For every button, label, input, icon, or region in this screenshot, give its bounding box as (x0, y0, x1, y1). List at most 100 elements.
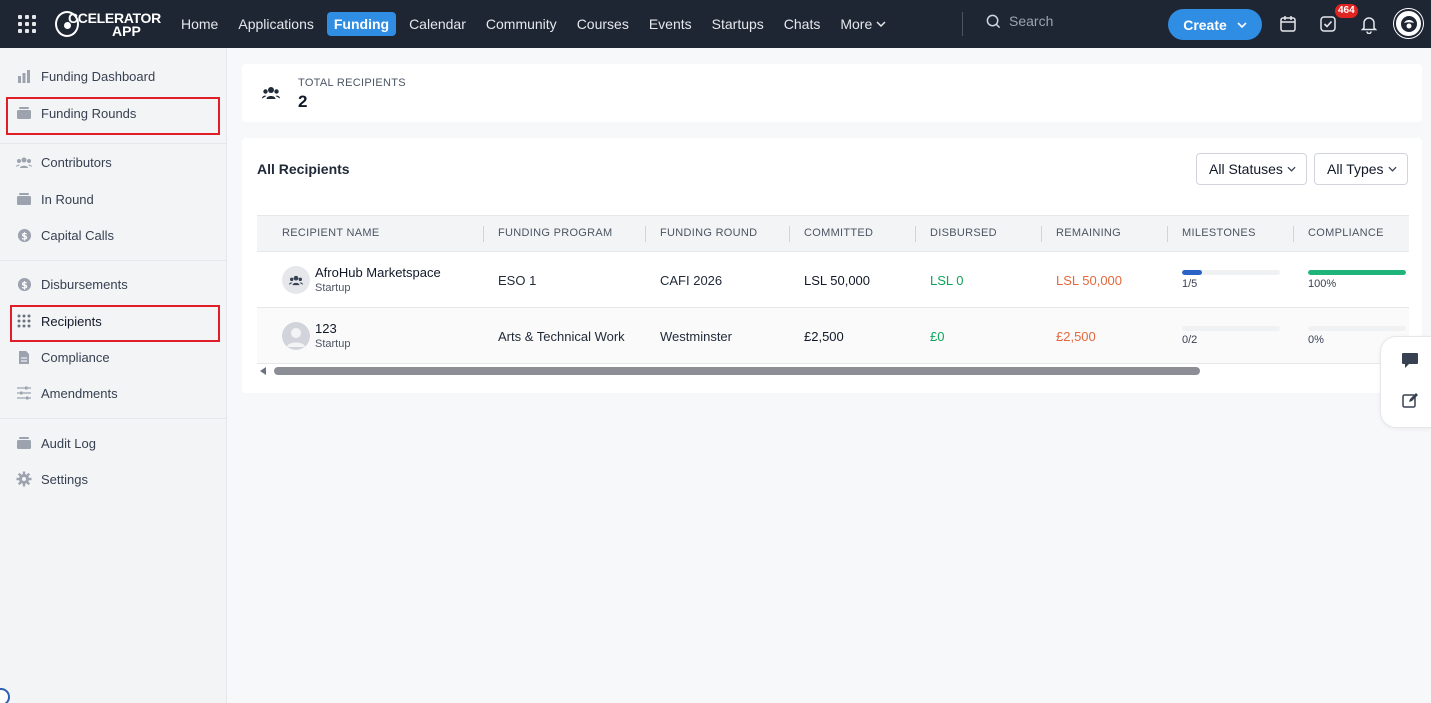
edit-note-icon[interactable] (1399, 389, 1421, 411)
compliance-label: 0% (1308, 334, 1324, 346)
recipient-avatar (282, 266, 310, 294)
total-recipients-value: 2 (298, 92, 308, 111)
milestones-progress-bar (1182, 270, 1280, 275)
users-icon (289, 275, 303, 285)
column-divider (1293, 226, 1294, 242)
column-header-remaining[interactable]: REMAINING (1056, 227, 1121, 239)
status-filter-select[interactable]: All Statuses (1196, 153, 1307, 185)
sidebar-item-audit-log[interactable]: Audit Log (16, 433, 96, 453)
recipients-card: All Recipients All Statuses All Types RE… (242, 138, 1422, 393)
column-divider (645, 226, 646, 242)
nav-home[interactable]: Home (174, 12, 225, 36)
column-header-funding-round[interactable]: FUNDING ROUND (660, 227, 757, 239)
type-filter-select[interactable]: All Types (1314, 153, 1408, 185)
calendar-icon[interactable] (1278, 14, 1298, 34)
table-horizontal-scrollbar[interactable] (257, 364, 1409, 378)
app-launcher-icon[interactable] (18, 15, 36, 33)
total-recipients-card: TOTAL RECIPIENTS 2 (242, 64, 1422, 122)
sidebar-item-label: Settings (41, 471, 88, 487)
sidebar-item-label: Contributors (41, 154, 112, 170)
column-divider (915, 226, 916, 242)
tasks-count-badge: 464 (1335, 4, 1358, 18)
nav-calendar[interactable]: Calendar (402, 12, 473, 36)
column-header-disbursed[interactable]: DISBURSED (930, 227, 997, 239)
highlight-box-funding-rounds (6, 97, 220, 135)
search-input[interactable] (1009, 13, 1159, 29)
sidebar-item-contributors[interactable]: Contributors (16, 152, 112, 172)
sidebar-item-disbursements[interactable]: $ Disbursements (16, 274, 128, 294)
recipient-name-cell: AfroHub Marketspace Startup (315, 265, 441, 294)
tasks-icon[interactable] (1318, 14, 1338, 34)
compliance-label: 100% (1308, 278, 1337, 290)
remaining-cell: £2,500 (1056, 329, 1096, 344)
column-header-milestones[interactable]: MILESTONES (1182, 227, 1256, 239)
funding-program-cell: Arts & Technical Work (498, 329, 625, 344)
nav-more-label: More (840, 16, 873, 32)
column-divider (1167, 226, 1168, 242)
nav-chats[interactable]: Chats (777, 12, 828, 36)
scrollbar-thumb[interactable] (274, 367, 1200, 375)
recipient-name[interactable]: AfroHub Marketspace (315, 265, 441, 280)
nav-events[interactable]: Events (642, 12, 699, 36)
bell-icon[interactable] (1359, 14, 1379, 34)
highlight-box-recipients (10, 305, 220, 342)
nav-courses[interactable]: Courses (570, 12, 636, 36)
column-header-committed[interactable]: COMMITTED (804, 227, 873, 239)
sidebar-item-label: Disbursements (41, 276, 128, 292)
status-filter-value: All Statuses (1209, 161, 1283, 177)
sidebar-item-settings[interactable]: Settings (16, 469, 88, 489)
sidebar-item-funding-dashboard[interactable]: Funding Dashboard (16, 66, 155, 86)
table-header: RECIPIENT NAME FUNDING PROGRAM FUNDING R… (257, 215, 1409, 252)
sidebar-item-capital-calls[interactable]: $ Capital Calls (16, 225, 114, 245)
users-icon (16, 154, 32, 170)
column-divider (789, 226, 790, 242)
milestones-progress-bar (1182, 326, 1280, 331)
chevron-down-icon (876, 21, 886, 27)
column-header-compliance[interactable]: COMPLIANCE (1308, 227, 1384, 239)
sidebar: Funding Dashboard Funding Rounds Contrib… (0, 48, 227, 703)
sidebar-item-compliance[interactable]: Compliance (16, 347, 110, 367)
table-row[interactable]: 123 Startup Arts & Technical Work Westmi… (257, 308, 1409, 364)
sidebar-item-in-round[interactable]: In Round (16, 189, 94, 209)
nav-funding[interactable]: Funding (326, 12, 397, 36)
sidebar-divider (0, 260, 226, 261)
funding-round-cell: Westminster (660, 329, 732, 344)
nav-community[interactable]: Community (479, 12, 564, 36)
app-logo[interactable]: CCELERATOR APP (54, 8, 161, 40)
recipient-type: Startup (315, 282, 351, 294)
recipient-name-cell: 123 Startup (315, 321, 350, 350)
search-icon (986, 14, 1001, 28)
recipient-avatar (282, 322, 310, 350)
user-avatar[interactable] (1394, 9, 1423, 38)
scroll-left-arrow-icon[interactable] (260, 367, 266, 375)
sidebar-item-label: In Round (41, 191, 94, 207)
remaining-cell: LSL 50,000 (1056, 273, 1123, 288)
chevron-down-icon (1237, 21, 1247, 28)
create-button[interactable]: Create (1168, 9, 1262, 40)
recipient-name[interactable]: 123 (315, 321, 350, 336)
compliance-progress-fill (1308, 270, 1406, 275)
sidebar-item-amendments[interactable]: Amendments (16, 383, 118, 403)
column-header-funding-program[interactable]: FUNDING PROGRAM (498, 227, 613, 239)
main-nav: Home Applications Funding Calendar Commu… (174, 12, 893, 36)
disbursed-cell: LSL 0 (930, 273, 964, 288)
milestones-label: 1/5 (1182, 278, 1198, 290)
sidebar-divider (0, 143, 226, 144)
svg-text:$: $ (21, 231, 28, 242)
nav-applications[interactable]: Applications (231, 12, 321, 36)
dollar-icon: $ (16, 276, 32, 292)
nav-more[interactable]: More (833, 12, 893, 36)
sidebar-item-label: Funding Dashboard (41, 68, 156, 84)
stack-icon (16, 191, 32, 207)
logo-text-line2: APP (112, 23, 141, 39)
table-row[interactable]: AfroHub Marketspace Startup ESO 1 CAFI 2… (257, 252, 1409, 308)
nav-startups[interactable]: Startups (705, 12, 771, 36)
chat-bubble-icon[interactable] (1399, 349, 1421, 371)
document-icon (16, 349, 32, 365)
type-filter-value: All Types (1327, 161, 1384, 177)
milestones-label: 0/2 (1182, 334, 1198, 346)
compliance-progress-bar (1308, 270, 1406, 275)
compliance-progress-bar (1308, 326, 1406, 331)
committed-cell: LSL 50,000 (804, 273, 871, 288)
column-header-recipient-name[interactable]: RECIPIENT NAME (282, 227, 380, 239)
